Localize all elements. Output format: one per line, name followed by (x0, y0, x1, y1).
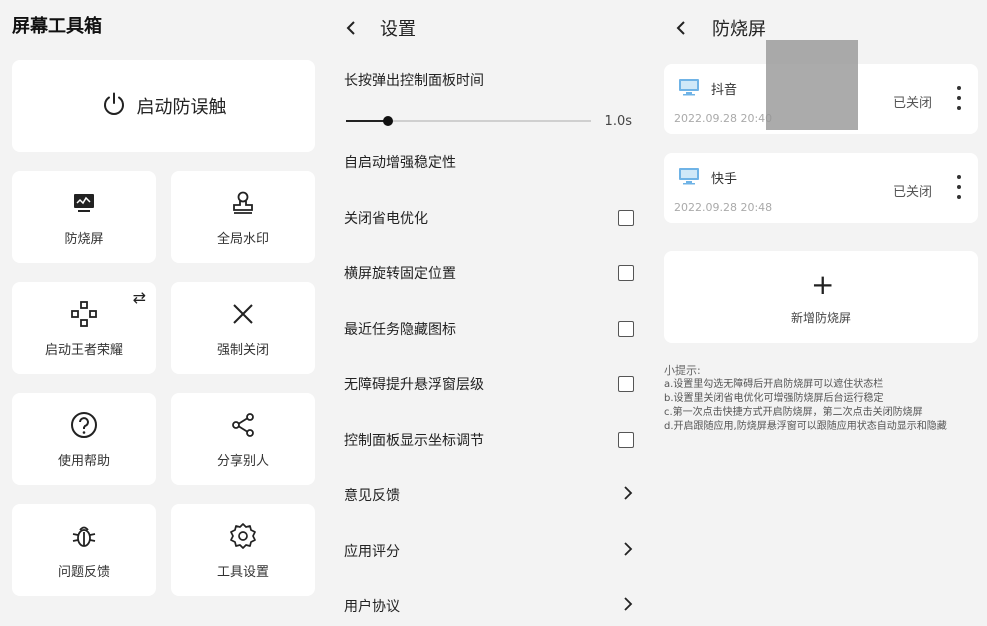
slider-label-row: 长按弹出控制面板时间 (344, 66, 634, 94)
close-icon (228, 299, 258, 329)
tile-label: 启动王者荣耀 (44, 342, 123, 358)
monitor-icon (678, 167, 700, 185)
tips-title: 小提示: (664, 364, 701, 377)
setting-label: 横屏旋转固定位置 (344, 266, 456, 282)
swap-icon[interactable]: ⇄ (133, 288, 146, 307)
tip-line: b.设置里关闭省电优化可增强防烧屏后台运行稳定 (664, 393, 884, 404)
setting-row-rate-app[interactable]: 应用评分 (344, 537, 634, 565)
power-icon (101, 91, 127, 121)
setting-label: 控制面板显示坐标调节 (344, 433, 484, 449)
setting-label: 用户协议 (344, 599, 400, 615)
gear-icon (228, 521, 258, 551)
app-status: 已关闭 (892, 96, 932, 111)
back-arrow-icon[interactable] (670, 17, 692, 39)
share-icon (228, 410, 258, 440)
setting-row-landscape-fixed[interactable]: 横屏旋转固定位置 (344, 259, 634, 287)
slider-label: 长按弹出控制面板时间 (344, 73, 484, 89)
app-status: 已关闭 (892, 185, 932, 200)
setting-row-show-coordinates[interactable]: 控制面板显示坐标调节 (344, 426, 634, 454)
more-options-icon[interactable] (956, 86, 962, 110)
more-options-icon[interactable] (956, 175, 962, 199)
setting-row-accessibility-layer[interactable]: 无障碍提升悬浮窗层级 (344, 370, 634, 398)
bug-icon (69, 521, 99, 551)
checkbox[interactable] (618, 376, 634, 392)
launch-anti-touch-label: 启动防误触 (136, 97, 227, 118)
help-icon (69, 410, 99, 440)
settings-header: 设置 (328, 14, 656, 42)
slider-thumb[interactable] (382, 116, 393, 126)
tip-line: c.第一次点击快捷方式开启防烧屏，第二次点击关闭防烧屏 (664, 407, 923, 418)
checkbox[interactable] (618, 432, 634, 448)
tile-anti-burn[interactable]: 防烧屏 (12, 171, 156, 263)
chevron-right-icon (622, 542, 634, 560)
launch-anti-touch-button[interactable]: 启动防误触 (12, 60, 315, 152)
tile-share[interactable]: 分享别人 (171, 393, 315, 485)
tip-line: d.开启跟随应用,防烧屏悬浮窗可以跟随应用状态自动显示和隐藏 (664, 421, 947, 432)
setting-label: 自启动增强稳定性 (344, 155, 456, 171)
anti-burn-header: 防烧屏 (656, 14, 987, 42)
page-title: 屏幕工具箱 (12, 16, 102, 37)
setting-row-feedback[interactable]: 意见反馈 (344, 481, 634, 509)
gamepad-icon (69, 299, 99, 329)
overlay-block (766, 40, 858, 130)
tile-help[interactable]: 使用帮助 (12, 393, 156, 485)
tile-feedback[interactable]: 问题反馈 (12, 504, 156, 596)
app-name: 抖音 (711, 83, 738, 98)
tip-line: a.设置里勾选无障碍后开启防烧屏可以遮住状态栏 (664, 379, 884, 390)
slider-fill (346, 120, 388, 122)
tips-section: 小提示: a.设置里勾选无障碍后开启防烧屏可以遮住状态栏 b.设置里关闭省电优化… (664, 364, 984, 434)
settings-panel: 设置 长按弹出控制面板时间 1.0s 自启动增强稳定性 关闭省电优化 横屏旋转固… (328, 0, 656, 626)
add-anti-burn-button[interactable]: + 新增防烧屏 (664, 251, 978, 343)
add-anti-burn-label: 新增防烧屏 (790, 311, 851, 325)
stamp-icon (228, 188, 258, 218)
setting-row-hide-recent-icon[interactable]: 最近任务隐藏图标 (344, 315, 634, 343)
page-title: 设置 (380, 19, 416, 40)
tile-label: 使用帮助 (57, 453, 110, 469)
tile-force-close[interactable]: 强制关闭 (171, 282, 315, 374)
app-card-kuaishou[interactable]: 快手 2022.09.28 20:48 已关闭 (664, 153, 978, 223)
setting-row-user-agreement[interactable]: 用户协议 (344, 592, 634, 620)
setting-label: 应用评分 (344, 544, 400, 560)
tile-launch-honor-of-kings[interactable]: ⇄ 启动王者荣耀 (12, 282, 156, 374)
app-name: 快手 (711, 172, 738, 187)
monitor-icon (678, 78, 700, 96)
checkbox[interactable] (618, 210, 634, 226)
slider-value: 1.0s (604, 114, 632, 129)
setting-row-autostart[interactable]: 自启动增强稳定性 (344, 148, 634, 176)
chevron-right-icon (622, 486, 634, 504)
setting-label: 最近任务隐藏图标 (344, 322, 456, 338)
long-press-time-slider[interactable] (346, 114, 591, 128)
setting-row-battery-optimization[interactable]: 关闭省电优化 (344, 204, 634, 232)
tile-label: 防烧屏 (64, 231, 104, 247)
monitor-icon (69, 188, 99, 218)
tile-label: 工具设置 (216, 564, 269, 580)
app-timestamp: 2022.09.28 20:48 (674, 201, 773, 214)
plus-icon: + (811, 268, 835, 301)
back-arrow-icon[interactable] (340, 17, 362, 39)
page-title: 防烧屏 (712, 19, 766, 40)
screen-toolbox-panel: 屏幕工具箱 启动防误触 防烧屏 全局水印 ⇄ 启动王者荣耀 强制关闭 使用帮助 … (0, 0, 328, 626)
setting-label: 无障碍提升悬浮窗层级 (344, 377, 484, 393)
tile-global-watermark[interactable]: 全局水印 (171, 171, 315, 263)
chevron-right-icon (622, 597, 634, 615)
tile-label: 分享别人 (216, 453, 269, 469)
tile-label: 强制关闭 (216, 342, 269, 358)
checkbox[interactable] (618, 321, 634, 337)
anti-burn-panel: 防烧屏 抖音 2022.09.28 20:40 已关闭 快手 2022.09.2… (656, 0, 987, 626)
tile-tool-settings[interactable]: 工具设置 (171, 504, 315, 596)
tile-label: 问题反馈 (57, 564, 110, 580)
setting-label: 关闭省电优化 (344, 211, 428, 227)
app-timestamp: 2022.09.28 20:40 (674, 112, 773, 125)
setting-label: 意见反馈 (344, 488, 400, 504)
tile-label: 全局水印 (216, 231, 269, 247)
checkbox[interactable] (618, 265, 634, 281)
